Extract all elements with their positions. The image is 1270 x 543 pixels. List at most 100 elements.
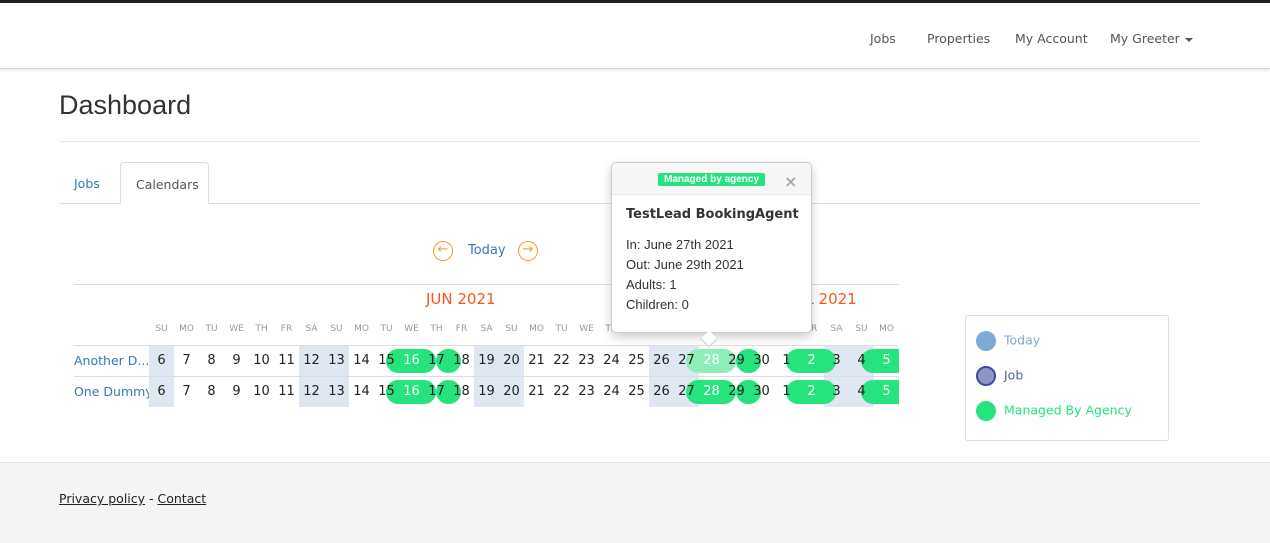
- weekday-label: FR: [455, 324, 468, 334]
- nav-my-account[interactable]: My Account: [1015, 31, 1088, 46]
- day-number: 29: [728, 384, 745, 399]
- day-number: 1: [782, 384, 791, 399]
- day-number: 30: [753, 353, 770, 368]
- day-number: 9: [232, 353, 241, 368]
- day-number: 3: [832, 353, 841, 368]
- day-number: 2: [807, 353, 816, 368]
- day-number: 10: [253, 384, 270, 399]
- weekday-label: SU: [330, 324, 343, 334]
- day-number: 22: [553, 353, 570, 368]
- privacy-policy-link[interactable]: Privacy policy: [59, 491, 145, 506]
- today-dot-icon: [976, 331, 996, 351]
- day-number: 7: [182, 384, 191, 399]
- nav-jobs[interactable]: Jobs: [870, 31, 896, 46]
- day-number: 13: [328, 353, 345, 368]
- day-number: 24: [603, 353, 620, 368]
- job-dot-icon: [976, 366, 996, 386]
- weekday-label: SU: [855, 324, 868, 334]
- nav-my-greeter[interactable]: My Greeter: [1110, 31, 1193, 46]
- day-number: 8: [207, 353, 216, 368]
- tab-calendars[interactable]: Calendars: [120, 162, 209, 204]
- divider: [59, 141, 1200, 142]
- weekday-label: TH: [430, 324, 443, 334]
- legend-job-label: Job: [1004, 367, 1024, 383]
- day-number: 4: [857, 353, 866, 368]
- page-title: Dashboard: [59, 90, 192, 120]
- day-number: 18: [453, 384, 470, 399]
- weekday-label: TU: [380, 324, 393, 334]
- legend-job: Job: [976, 366, 1023, 386]
- day-number: 19: [478, 384, 495, 399]
- weekday-label: FR: [280, 324, 293, 334]
- nav-properties[interactable]: Properties: [927, 31, 990, 46]
- day-number: 23: [578, 384, 595, 399]
- day-number: 20: [503, 353, 520, 368]
- caret-down-icon: [1184, 37, 1193, 42]
- day-number: 12: [303, 353, 320, 368]
- weekday-label: MO: [354, 324, 369, 334]
- contact-link[interactable]: Contact: [158, 491, 207, 506]
- day-number: 9: [232, 384, 241, 399]
- day-number: 30: [753, 384, 770, 399]
- day-number: 8: [207, 384, 216, 399]
- day-number: 25: [628, 384, 645, 399]
- booking-popover: Managed by agency × TestLead BookingAgen…: [611, 162, 812, 348]
- day-number: 18: [453, 353, 470, 368]
- day-number: 27: [678, 384, 695, 399]
- popover-children: Children: 0: [626, 297, 689, 312]
- property-link[interactable]: Another D...: [74, 346, 150, 376]
- day-number: 10: [253, 353, 270, 368]
- day-number: 26: [653, 384, 670, 399]
- weekday-label: MO: [529, 324, 544, 334]
- day-number: 15: [378, 384, 395, 399]
- legend-agency-label: Managed By Agency: [1004, 402, 1132, 418]
- weekday-label: SU: [505, 324, 518, 334]
- weekday-label: WE: [579, 324, 594, 334]
- day-number: 1: [782, 353, 791, 368]
- day-number: 4: [857, 384, 866, 399]
- legend-today-label: Today: [1004, 332, 1041, 348]
- legend-agency: Managed By Agency: [976, 401, 1132, 421]
- popover-adults: Adults: 1: [626, 277, 677, 292]
- day-number: 24: [603, 384, 620, 399]
- day-number: 2: [807, 384, 816, 399]
- day-number: 17: [428, 353, 445, 368]
- prev-arrow-icon[interactable]: ←: [433, 241, 453, 261]
- day-number: 17: [428, 384, 445, 399]
- day-number: 26: [653, 353, 670, 368]
- weekday-label: MO: [879, 324, 894, 334]
- day-number: 6: [157, 384, 166, 399]
- day-number: 21: [528, 384, 545, 399]
- day-number: 22: [553, 384, 570, 399]
- tab-jobs[interactable]: Jobs: [74, 162, 100, 204]
- popover-checkin: In: June 27th 2021: [626, 237, 734, 252]
- day-number: 16: [403, 384, 420, 399]
- status-badge: Managed by agency: [658, 173, 766, 186]
- legend: Today Job Managed By Agency: [965, 315, 1169, 441]
- day-number: 3: [832, 384, 841, 399]
- footer-separator: -: [145, 491, 158, 506]
- day-number: 11: [278, 353, 295, 368]
- today-button[interactable]: Today: [468, 243, 506, 258]
- day-number: 5: [882, 353, 891, 368]
- property-link[interactable]: One Dummy...: [74, 377, 150, 407]
- day-number: 12: [303, 384, 320, 399]
- weekday-label: TU: [555, 324, 568, 334]
- footer: Privacy policy - Contact: [0, 462, 1270, 543]
- day-number: 16: [403, 353, 420, 368]
- header: Jobs Properties My Account My Greeter: [0, 3, 1270, 69]
- agency-dot-icon: [976, 401, 996, 421]
- legend-today: Today: [976, 331, 1040, 351]
- popover-title: TestLead BookingAgent: [626, 207, 799, 222]
- day-number: 25: [628, 353, 645, 368]
- day-number: 28: [703, 353, 720, 368]
- close-icon[interactable]: ×: [784, 172, 797, 191]
- weekday-label: WE: [404, 324, 419, 334]
- popover-header: Managed by agency ×: [612, 163, 811, 195]
- weekday-label: SU: [155, 324, 168, 334]
- day-number: 21: [528, 353, 545, 368]
- day-number: 29: [728, 353, 745, 368]
- weekday-label: SA: [830, 324, 843, 334]
- next-arrow-icon[interactable]: →: [518, 241, 538, 261]
- nav-my-greeter-label: My Greeter: [1110, 31, 1180, 46]
